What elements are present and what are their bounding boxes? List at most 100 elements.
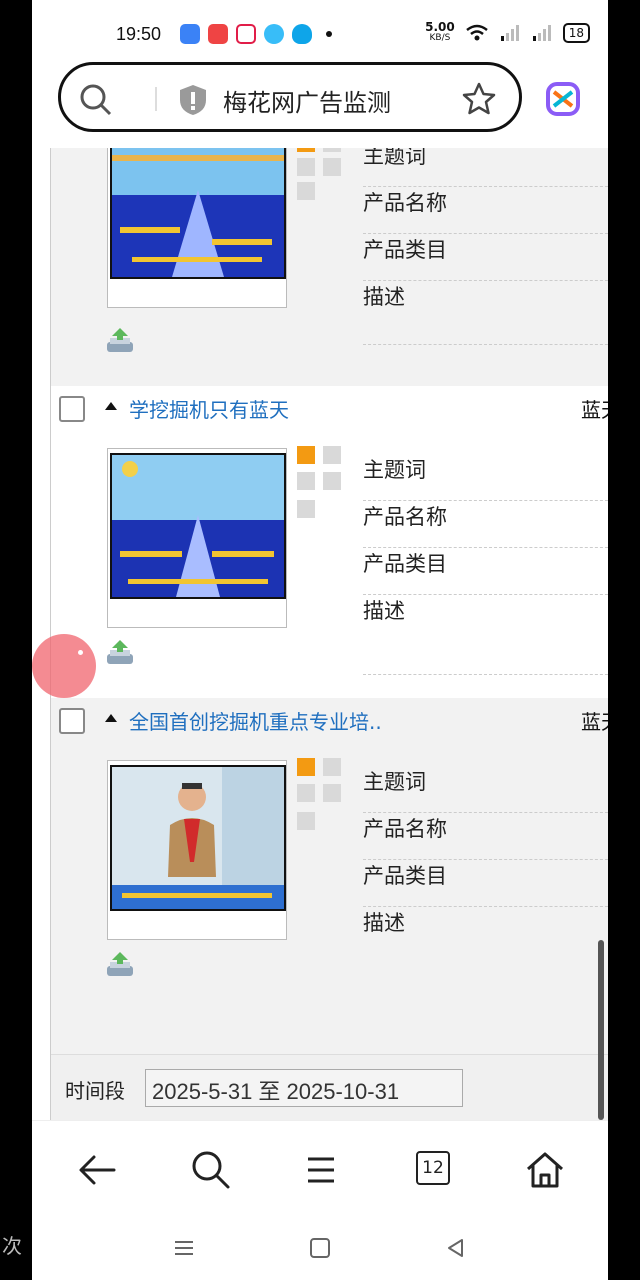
field-label: 产品名称 (363, 813, 608, 860)
ad-thumbnail-frame[interactable] (107, 148, 287, 308)
net-speed-unit: KB/S (429, 33, 451, 43)
net-speed-value: 5.00 (425, 20, 455, 34)
recent-apps-icon[interactable] (172, 1236, 196, 1260)
ad-thumbnail-frame[interactable] (107, 448, 287, 628)
bookmark-star-icon[interactable] (461, 81, 497, 117)
page-scrollbar[interactable] (598, 940, 604, 1120)
grid-dot (323, 148, 341, 152)
ad-fields: 主题词 产品名称 产品类目 描述 (363, 148, 608, 345)
ad-fields: 主题词 产品名称 产品类目 描述 (363, 454, 608, 675)
search-icon[interactable] (79, 83, 113, 117)
oneplus-app-icon (236, 24, 256, 44)
search-icon[interactable] (186, 1145, 236, 1195)
home-square-icon[interactable] (308, 1236, 332, 1260)
menu-icon[interactable] (296, 1145, 346, 1195)
view-toggle-dots[interactable] (297, 148, 345, 204)
download-icon[interactable] (105, 950, 135, 980)
ad-row-header: 学挖掘机只有蓝天 蓝天 (51, 386, 608, 430)
time-range-input[interactable]: 2025-5-31 至 2025-10-31 (145, 1069, 463, 1107)
more-notifications-dot-icon (326, 31, 332, 37)
battery-indicator: 18 (562, 23, 590, 43)
field-label: 主题词 (363, 454, 608, 501)
ad-thumbnail[interactable] (110, 148, 286, 279)
browser-bottom-nav: 12 (32, 1120, 608, 1221)
field-label: 产品名称 (363, 501, 608, 548)
qq-app-icon (292, 24, 312, 44)
calendar-app-icon (180, 24, 200, 44)
stadium-crowd-image (112, 455, 284, 597)
wifi-icon (465, 24, 488, 41)
grid-dot (297, 472, 315, 490)
ad-title-link[interactable]: 全国首创挖掘机重点专业培.. (129, 706, 382, 735)
time-range-row: 时间段 2025-5-31 至 2025-10-31 (51, 1054, 608, 1120)
field-label: 产品类目 (363, 860, 608, 907)
ad-thumbnail[interactable] (110, 765, 286, 911)
home-icon[interactable] (520, 1145, 570, 1195)
collapse-triangle-icon[interactable] (105, 714, 117, 722)
address-bar-divider (155, 87, 157, 111)
field-label: 主题词 (363, 148, 608, 187)
list-item: 学挖掘机只有蓝天 蓝天 主题词 产品名称 (51, 386, 608, 698)
select-checkbox[interactable] (59, 396, 85, 422)
ad-fields: 主题词 产品名称 产品类目 描述 (363, 766, 608, 954)
grid-dot (297, 784, 315, 802)
grid-dot (297, 158, 315, 176)
assistant-app-icon (264, 24, 284, 44)
presenter-image (112, 767, 284, 909)
field-label: 描述 (363, 281, 608, 345)
status-right: 5.00 KB/S 18 (425, 20, 590, 44)
edge-caption: 次 (2, 1234, 22, 1258)
address-bar[interactable]: 梅花网广告监测 (58, 62, 522, 132)
select-checkbox[interactable] (59, 708, 85, 734)
ad-brand: 蓝天 (581, 398, 608, 422)
grid-dot (297, 148, 315, 152)
grid-dot (323, 446, 341, 464)
back-arrow-icon[interactable] (74, 1145, 124, 1195)
ad-brand: 蓝天 (581, 710, 608, 734)
status-app-icons (180, 24, 332, 44)
field-label: 产品类目 (363, 234, 608, 281)
system-nav-bar (32, 1220, 608, 1280)
download-icon[interactable] (105, 326, 135, 356)
browser-screen: 19:50 5.00 KB/S 18 梅花网广告监测 主题词 产品名称 产品类目… (32, 0, 608, 1280)
signal-1-icon (500, 25, 519, 41)
grid-dot (297, 182, 315, 200)
grid-dot (297, 812, 315, 830)
page-title[interactable]: 梅花网广告监测 (223, 83, 391, 118)
ad-row-header: 全国首创挖掘机重点专业培.. 蓝天 (51, 698, 608, 742)
extensions-icon[interactable] (544, 80, 582, 118)
field-label: 产品类目 (363, 548, 608, 595)
grid-dot (323, 158, 341, 176)
grid-dot (297, 500, 315, 518)
field-label: 主题词 (363, 766, 608, 813)
tabs-count-button[interactable]: 12 (416, 1151, 450, 1185)
field-label: 产品名称 (363, 187, 608, 234)
touch-indicator (32, 634, 96, 698)
ad-results-list[interactable]: 主题词 产品名称 产品类目 描述 学挖掘机只有蓝天 蓝天 (50, 148, 608, 1120)
list-item: 全国首创挖掘机重点专业培.. 蓝天 主题词 (51, 698, 608, 1054)
grid-dot (323, 784, 341, 802)
view-toggle-dots[interactable] (297, 758, 345, 830)
view-toggle-dots[interactable] (297, 446, 345, 518)
collapse-triangle-icon[interactable] (105, 402, 117, 410)
ad-thumbnail[interactable] (110, 453, 286, 599)
music-app-icon (208, 24, 228, 44)
signal-2-icon (532, 25, 551, 41)
grid-dot (323, 758, 341, 776)
stadium-crowd-image (112, 148, 284, 277)
net-speed: 5.00 KB/S (425, 20, 455, 44)
ad-thumbnail-frame[interactable] (107, 760, 287, 940)
back-triangle-icon[interactable] (444, 1236, 468, 1260)
grid-dot (323, 472, 341, 490)
ad-title-link[interactable]: 学挖掘机只有蓝天 (129, 394, 289, 423)
download-icon[interactable] (105, 638, 135, 668)
status-time: 19:50 (116, 24, 162, 44)
grid-dot (297, 446, 315, 464)
field-label: 描述 (363, 595, 608, 675)
list-item: 主题词 产品名称 产品类目 描述 (51, 148, 608, 386)
shield-icon[interactable] (177, 83, 209, 117)
grid-dot (297, 758, 315, 776)
field-label: 描述 (363, 911, 405, 935)
status-bar: 19:50 5.00 KB/S 18 (32, 0, 608, 60)
time-range-label: 时间段 (65, 1079, 125, 1103)
